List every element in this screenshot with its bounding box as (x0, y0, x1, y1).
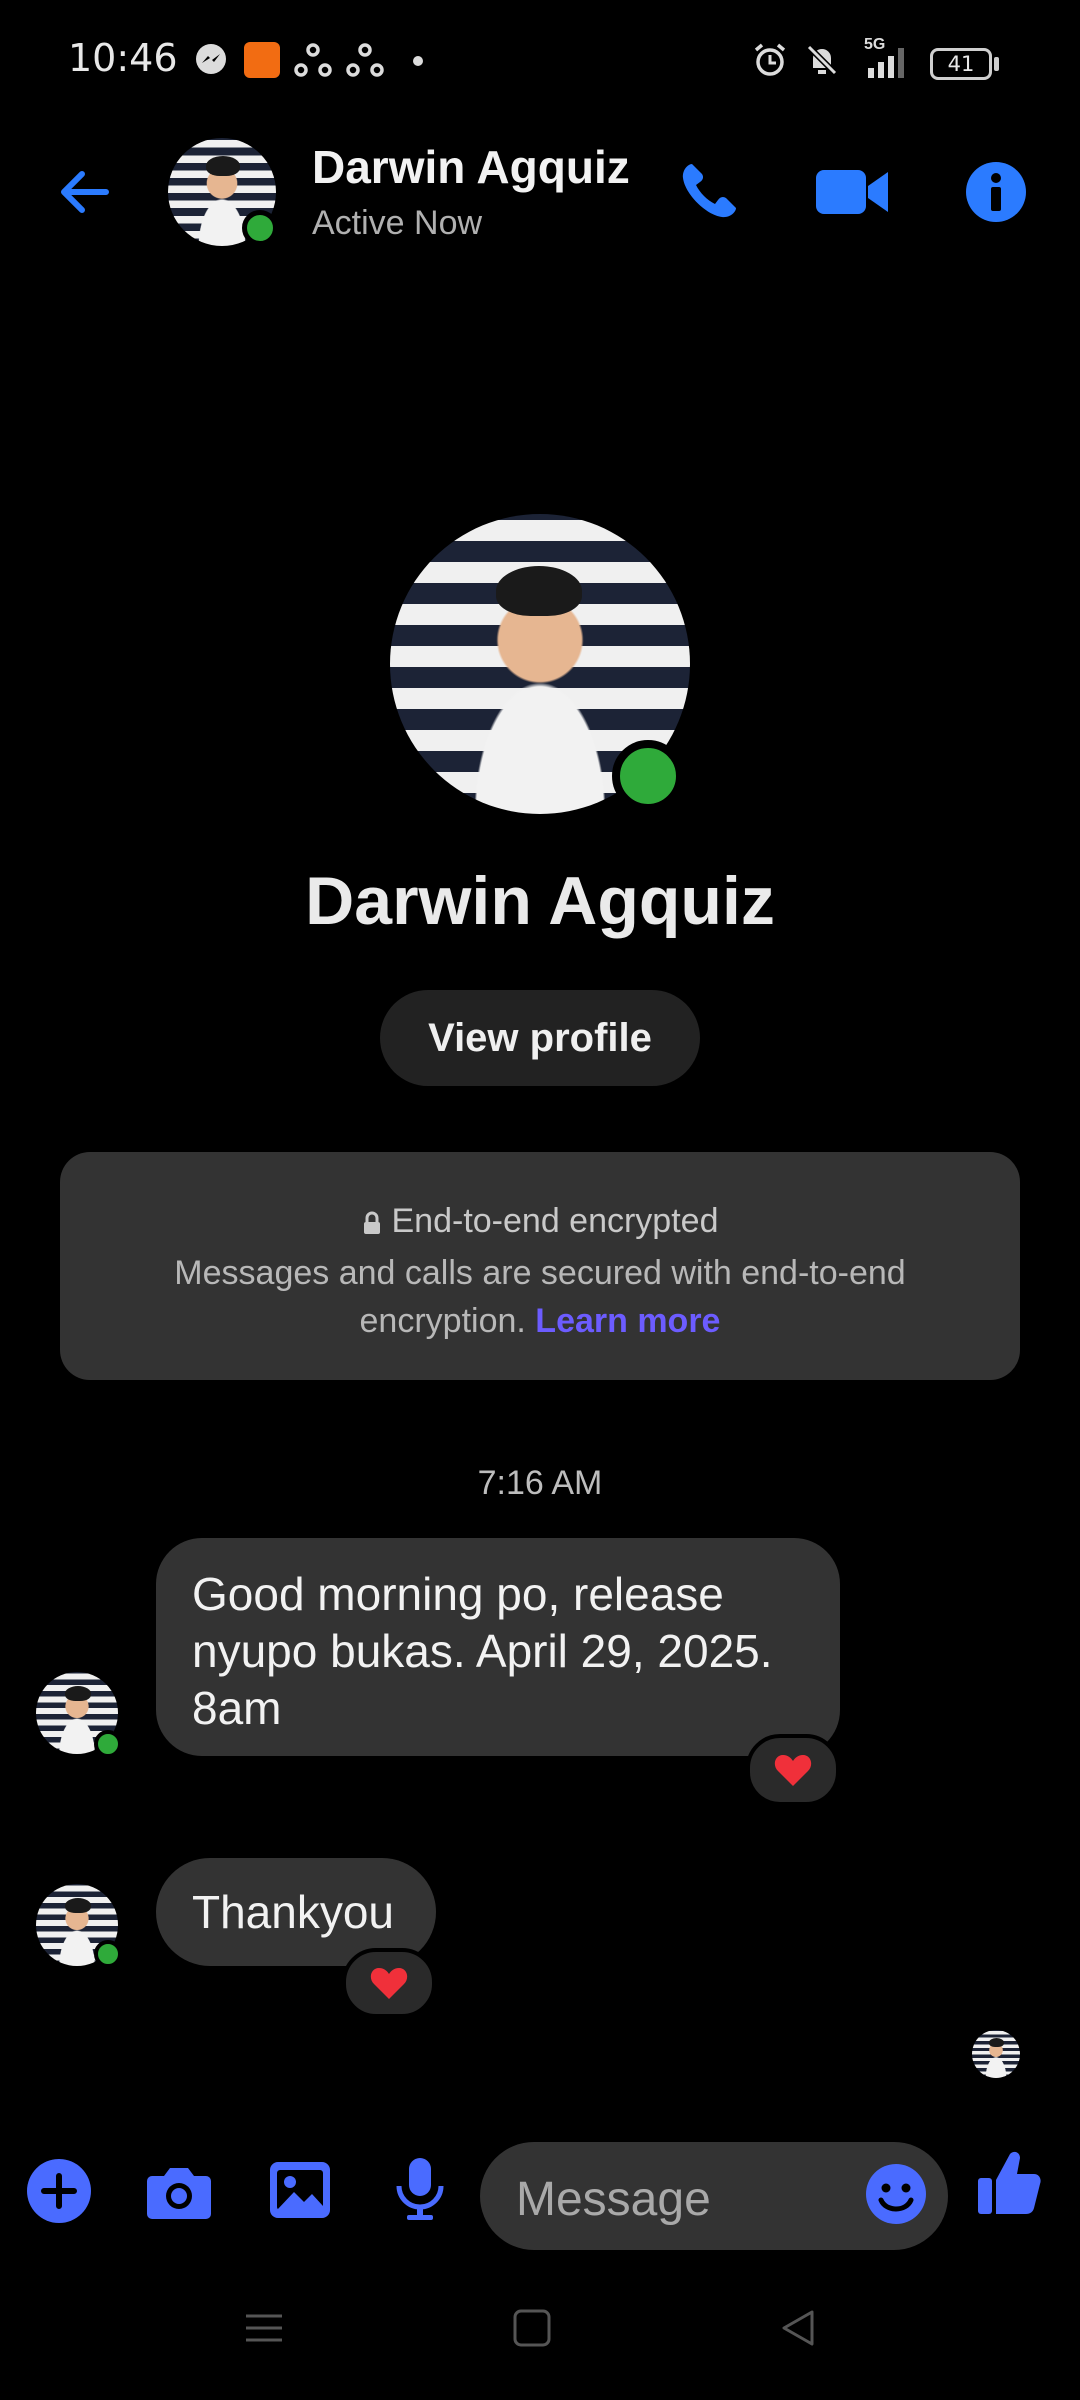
lock-icon (362, 1211, 382, 1235)
shirt-print-decoration (490, 534, 630, 574)
message-line: nyupo bukas. April 29, 2025. (192, 1625, 773, 1677)
back-arrow-icon[interactable] (52, 160, 116, 224)
status-time: 10:46 (68, 36, 178, 80)
encryption-title-row: End-to-end encrypted (60, 1202, 1020, 1241)
read-receipt-avatar (972, 2030, 1020, 2078)
view-profile-button[interactable]: View profile (380, 990, 700, 1086)
phone-call-icon[interactable] (674, 158, 742, 226)
mute-bell-icon (804, 42, 840, 78)
encryption-notice: End-to-end encrypted Messages and calls … (60, 1152, 1020, 1380)
message-line: Good morning po, release (192, 1568, 724, 1620)
header-online-indicator (242, 210, 278, 246)
heart-reaction[interactable] (342, 1948, 436, 2018)
sync-icon (294, 42, 332, 78)
heart-icon (774, 1755, 812, 1786)
more-notifications-dot-icon (413, 56, 423, 66)
info-icon[interactable] (964, 160, 1028, 224)
alarm-icon (752, 42, 788, 78)
sender-online-indicator (94, 1730, 122, 1758)
messenger-notification-icon (194, 42, 228, 76)
status-bar: 10:46 5G 41 (0, 0, 1080, 120)
gallery-image-icon[interactable] (268, 2160, 332, 2220)
temu-app-icon (244, 42, 280, 78)
recent-apps-icon[interactable] (244, 2308, 284, 2348)
learn-more-link[interactable]: Learn more (535, 1302, 720, 1340)
sync-icon-2 (346, 42, 384, 78)
encryption-body: Messages and calls are secured with end-… (60, 1249, 1020, 1345)
heart-reaction[interactable] (746, 1734, 840, 1806)
video-call-icon[interactable] (814, 164, 890, 220)
back-nav-icon[interactable] (778, 2308, 818, 2348)
message-placeholder: Message (516, 2173, 711, 2226)
thumbs-up-icon[interactable] (976, 2148, 1042, 2218)
sender-online-indicator (94, 1940, 122, 1968)
add-plus-icon[interactable] (26, 2158, 92, 2224)
emoji-icon[interactable] (864, 2162, 928, 2226)
encryption-title: End-to-end encrypted (391, 1202, 719, 1240)
contact-name[interactable]: Darwin Agquiz (312, 140, 630, 194)
message-timestamp: 7:16 AM (477, 1464, 603, 1502)
signal-icon (866, 42, 914, 80)
home-icon[interactable] (512, 2308, 552, 2348)
battery-nub (994, 57, 999, 71)
profile-online-indicator (612, 740, 684, 812)
incoming-message-bubble[interactable]: Good morning po, release nyupo bukas. Ap… (156, 1538, 840, 1756)
camera-icon[interactable] (146, 2164, 212, 2220)
battery-level: 41 (947, 52, 975, 76)
message-line: 8am (192, 1682, 282, 1734)
heart-icon (370, 1968, 408, 1999)
active-status: Active Now (312, 204, 483, 242)
microphone-icon[interactable] (394, 2156, 446, 2222)
message-text: Thankyou (192, 1886, 395, 1938)
profile-name: Darwin Agquiz (305, 863, 775, 939)
